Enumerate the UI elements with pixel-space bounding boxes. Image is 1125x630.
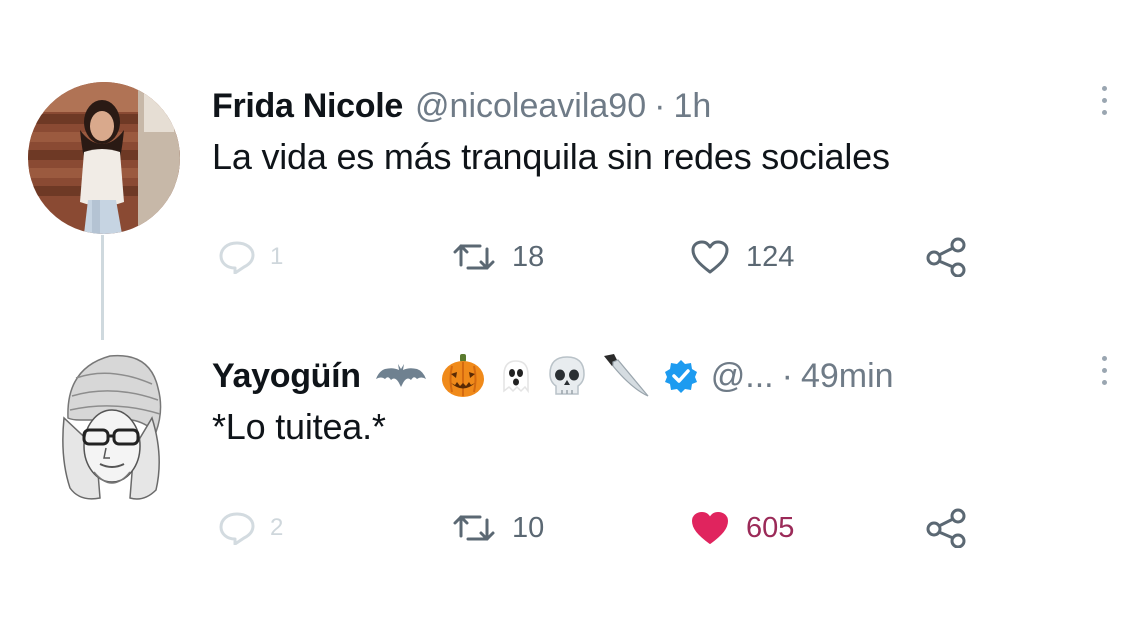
reply-button[interactable]: 2: [218, 511, 283, 545]
retweet-icon: [453, 515, 495, 541]
avatar-frida-nicole[interactable]: [28, 82, 180, 234]
more-options-icon[interactable]: [1101, 86, 1107, 115]
more-options-icon[interactable]: [1101, 356, 1107, 385]
jack-o-lantern-icon: [441, 354, 484, 397]
skull-icon: [548, 356, 585, 395]
user-handle[interactable]: @...: [711, 357, 774, 396]
retweet-icon: [453, 244, 495, 270]
retweet-button[interactable]: 10: [452, 512, 544, 545]
like-count: 124: [746, 240, 795, 273]
retweet-count: 10: [512, 511, 545, 544]
tweet-header: Frida Nicole @nicoleavila90 · 1h: [212, 80, 1125, 132]
verified-badge-icon: [664, 360, 697, 393]
header-separator: ·: [654, 86, 666, 125]
tweet-timestamp[interactable]: 49min: [801, 357, 894, 396]
user-handle[interactable]: @nicoleavila90: [415, 87, 646, 126]
share-button[interactable]: [924, 508, 968, 548]
avatar-yayoguin[interactable]: [40, 348, 176, 502]
display-name[interactable]: Yayogüín: [212, 357, 361, 396]
retweet-count: 18: [512, 240, 545, 273]
display-name[interactable]: Frida Nicole: [212, 87, 403, 126]
tweet-text: *Lo tuitea.*: [212, 406, 386, 447]
share-icon: [926, 508, 966, 548]
like-button[interactable]: 605: [690, 510, 794, 546]
like-count: 605: [746, 511, 795, 544]
reply-count: 1: [270, 243, 284, 270]
knife-icon: [603, 354, 649, 397]
share-icon: [926, 237, 966, 277]
heart-filled-icon: [692, 512, 728, 544]
name-emojis: [375, 352, 699, 400]
tweet-text: La vida es más tranquila sin redes socia…: [212, 136, 890, 177]
reply-count: 2: [270, 514, 284, 541]
heart-outline-icon: [691, 240, 729, 274]
tweet-header: Yayogüín @... · 49min: [212, 350, 1125, 402]
bat-icon: [375, 364, 426, 387]
tweet-reply[interactable]: Yayogüín @... · 49min *Lo tuitea.* 2 10 …: [212, 350, 1125, 548]
share-button[interactable]: [924, 237, 968, 277]
reply-button[interactable]: 1: [218, 240, 283, 274]
reply-icon: [219, 512, 255, 545]
ghost-icon: [503, 360, 529, 394]
like-button[interactable]: 124: [690, 239, 794, 275]
tweet-timestamp[interactable]: 1h: [673, 87, 711, 126]
thread-connector-line: [101, 235, 104, 340]
header-separator: ·: [781, 356, 793, 395]
tweet-original[interactable]: Frida Nicole @nicoleavila90 · 1h La vida…: [212, 80, 1125, 277]
retweet-button[interactable]: 18: [452, 241, 544, 274]
reply-icon: [219, 241, 255, 274]
